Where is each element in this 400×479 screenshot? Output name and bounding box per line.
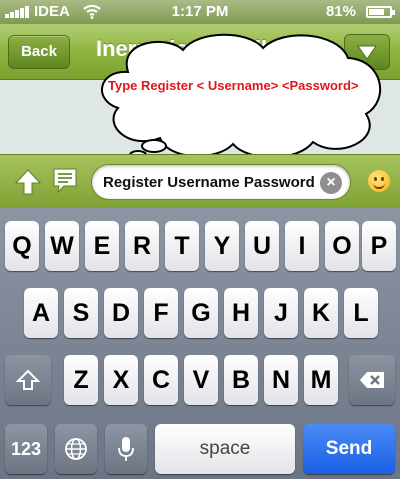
battery-icon [366,6,395,18]
chat-bubble-icon[interactable] [52,167,78,195]
key-f[interactable]: F [144,288,178,338]
shift-icon [16,369,40,390]
key-u[interactable]: U [245,221,279,271]
key-i[interactable]: I [285,221,319,271]
shift-key[interactable] [5,355,51,405]
key-r[interactable]: R [125,221,159,271]
key-x[interactable]: X [104,355,138,405]
hint-text: Type Register < Username> <Password> [108,78,359,93]
key-b[interactable]: B [224,355,258,405]
key-t[interactable]: T [165,221,199,271]
globe-icon [65,438,87,460]
numbers-key[interactable]: 123 [5,424,47,474]
key-v[interactable]: V [184,355,218,405]
message-input-value: Register Username Password [103,174,315,191]
key-s[interactable]: S [64,288,98,338]
emoji-icon[interactable] [368,170,390,192]
key-w[interactable]: W [45,221,79,271]
key-e[interactable]: E [85,221,119,271]
globe-key[interactable] [55,424,97,474]
clear-icon[interactable]: × [320,172,342,194]
key-c[interactable]: C [144,355,178,405]
key-g[interactable]: G [184,288,218,338]
hint-cloud-bubble [101,33,382,165]
key-k[interactable]: K [304,288,338,338]
microphone-icon [118,437,134,461]
dictation-key[interactable] [105,424,147,474]
key-j[interactable]: J [264,288,298,338]
send-button[interactable]: Send [303,424,395,474]
input-bar: Register Username Password × [0,154,400,208]
key-h[interactable]: H [224,288,258,338]
message-input[interactable]: Register Username Password × [91,164,351,200]
key-a[interactable]: A [24,288,58,338]
up-arrow-icon[interactable] [14,168,42,196]
battery-percent: 81% [325,3,356,20]
key-m[interactable]: M [304,355,338,405]
key-n[interactable]: N [264,355,298,405]
key-d[interactable]: D [104,288,138,338]
key-q[interactable]: Q [5,221,39,271]
back-button[interactable]: Back [8,35,70,69]
delete-key[interactable] [349,355,395,405]
key-p[interactable]: P [362,221,396,271]
space-key[interactable]: space [155,424,295,474]
key-z[interactable]: Z [64,355,98,405]
key-y[interactable]: Y [205,221,239,271]
key-o[interactable]: O [325,221,359,271]
status-bar: IDEA 1:17 PM 81% [0,0,400,24]
key-l[interactable]: L [344,288,378,338]
keyboard: Q W E R T Y U I O P A S D F G H J K L Z … [0,208,400,479]
delete-icon [360,372,384,388]
